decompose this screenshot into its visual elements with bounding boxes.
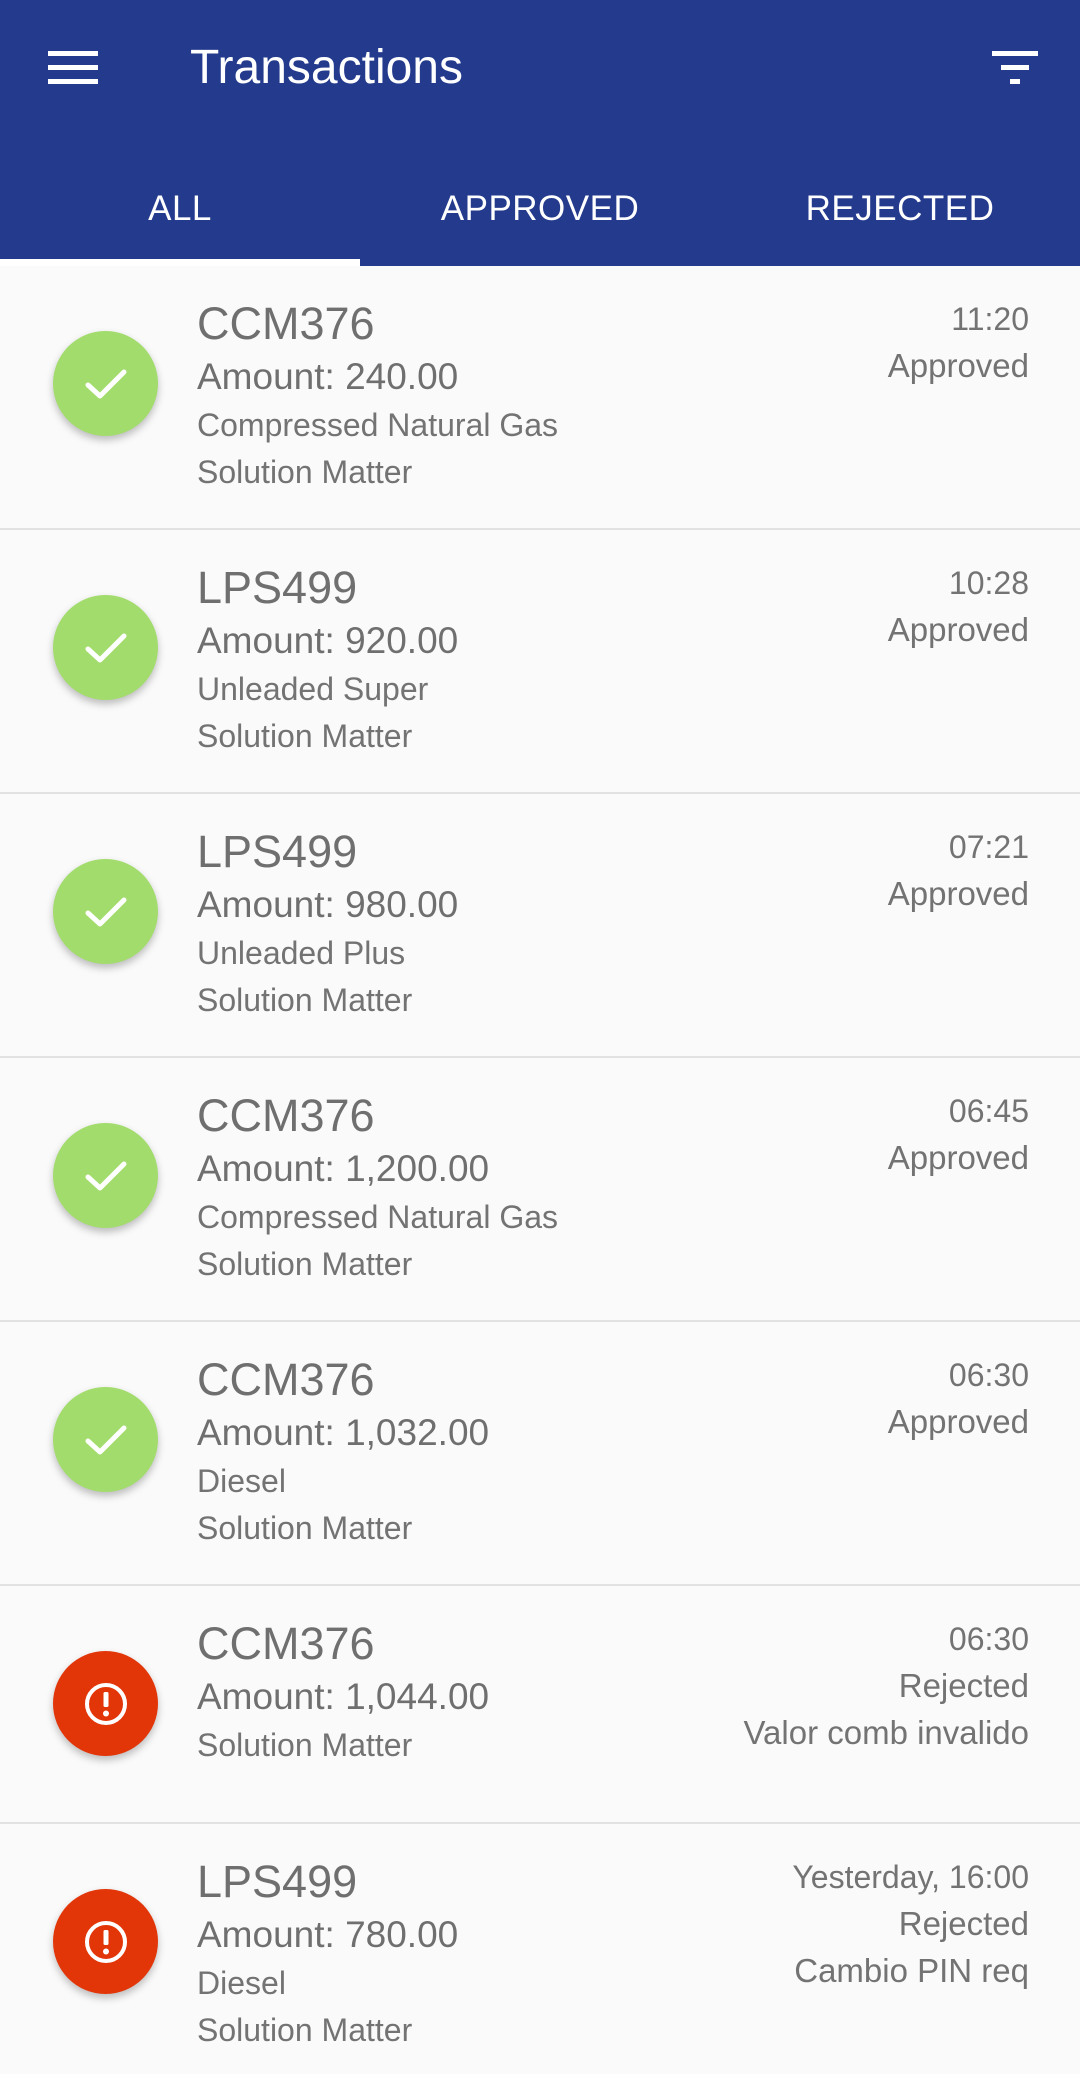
transaction-time: 06:45 (948, 1093, 1029, 1129)
transaction-status: Approved (887, 1403, 1029, 1440)
active-tab-indicator (0, 259, 360, 266)
vehicle-plate: CCM376 (197, 1618, 375, 1669)
tab-label: APPROVED (440, 189, 640, 228)
transaction-row[interactable]: CCM376 Amount: 1,032.00 Diesel Solution … (0, 1322, 1080, 1586)
transaction-details: LPS499 Amount: 780.00 Diesel Solution Ma… (197, 1854, 458, 2054)
transaction-time: 06:30 (948, 1357, 1029, 1393)
transaction-status: Approved (887, 1139, 1029, 1176)
vehicle-plate: CCM376 (197, 1090, 375, 1141)
transaction-details: CCM376 Amount: 1,200.00 Compressed Natur… (197, 1088, 558, 1288)
transaction-status: Rejected (898, 1667, 1029, 1704)
transaction-status: Approved (887, 347, 1029, 384)
filter-icon[interactable] (990, 48, 1040, 88)
transaction-amount: Amount: 980.00 (197, 884, 459, 925)
vehicle-plate: CCM376 (197, 1354, 375, 1405)
transaction-time: 10:28 (948, 565, 1029, 601)
transaction-details: CCM376 Amount: 1,044.00 Solution Matter (197, 1616, 489, 1769)
transaction-status: Approved (887, 875, 1029, 912)
tab-approved[interactable]: APPROVED (360, 170, 720, 266)
station-name: Solution Matter (197, 454, 413, 490)
fuel-type: Diesel (197, 1965, 286, 2001)
transaction-amount: Amount: 1,032.00 (197, 1412, 490, 1453)
transaction-details: LPS499 Amount: 980.00 Unleaded Plus Solu… (197, 824, 458, 1024)
rejected-alert-icon (53, 1889, 158, 1994)
transaction-status-block: 11:20 Approved (888, 296, 1029, 389)
station-name: Solution Matter (197, 2012, 413, 2048)
transaction-amount: Amount: 780.00 (197, 1914, 459, 1955)
transaction-status: Approved (887, 611, 1029, 648)
tab-all[interactable]: ALL (0, 170, 360, 266)
transaction-amount: Amount: 1,044.00 (197, 1676, 490, 1717)
vehicle-plate: CCM376 (197, 298, 375, 349)
transaction-time: Yesterday, 16:00 (792, 1859, 1029, 1895)
transaction-list: CCM376 Amount: 240.00 Compressed Natural… (0, 266, 1080, 2074)
transaction-details: CCM376 Amount: 1,032.00 Diesel Solution … (197, 1352, 489, 1552)
transaction-time: 07:21 (948, 829, 1029, 865)
transaction-row[interactable]: CCM376 Amount: 240.00 Compressed Natural… (0, 266, 1080, 530)
transaction-row[interactable]: LPS499 Amount: 980.00 Unleaded Plus Solu… (0, 794, 1080, 1058)
transaction-status: Rejected (898, 1905, 1029, 1942)
approved-check-icon (53, 1387, 158, 1492)
transaction-row[interactable]: LPS499 Amount: 780.00 Diesel Solution Ma… (0, 1824, 1080, 2074)
station-name: Solution Matter (197, 982, 413, 1018)
approved-check-icon (53, 859, 158, 964)
transaction-status-block: 07:21 Approved (888, 824, 1029, 917)
fuel-type: Unleaded Plus (197, 935, 406, 971)
tab-rejected[interactable]: REJECTED (720, 170, 1080, 266)
rejection-reason: Cambio PIN req (794, 1952, 1029, 1989)
fuel-type: Compressed Natural Gas (197, 407, 559, 443)
station-name: Solution Matter (197, 1246, 413, 1282)
transaction-details: CCM376 Amount: 240.00 Compressed Natural… (197, 296, 558, 496)
transaction-amount: Amount: 240.00 (197, 356, 459, 397)
transaction-status-block: 06:30 Rejected Valor comb invalido (743, 1616, 1029, 1756)
vehicle-plate: LPS499 (197, 826, 358, 877)
fuel-type: Diesel (197, 1463, 286, 1499)
transaction-details: LPS499 Amount: 920.00 Unleaded Super Sol… (197, 560, 458, 760)
transaction-row[interactable]: LPS499 Amount: 920.00 Unleaded Super Sol… (0, 530, 1080, 794)
transaction-status-block: Yesterday, 16:00 Rejected Cambio PIN req (792, 1854, 1029, 1994)
fuel-type: Unleaded Super (197, 671, 429, 707)
vehicle-plate: LPS499 (197, 1856, 358, 1907)
transaction-row[interactable]: CCM376 Amount: 1,044.00 Solution Matter … (0, 1586, 1080, 1824)
transaction-status-block: 06:30 Approved (888, 1352, 1029, 1445)
transaction-time: 06:30 (948, 1621, 1029, 1657)
vehicle-plate: LPS499 (197, 562, 358, 613)
rejected-alert-icon (53, 1651, 158, 1756)
app-bar: Transactions ALL APPROVED REJECTED (0, 0, 1080, 266)
transaction-row[interactable]: CCM376 Amount: 1,200.00 Compressed Natur… (0, 1058, 1080, 1322)
station-name: Solution Matter (197, 1727, 413, 1763)
rejection-reason: Valor comb invalido (743, 1714, 1029, 1751)
page-title: Transactions (190, 41, 463, 94)
transaction-amount: Amount: 1,200.00 (197, 1148, 490, 1189)
tab-label: ALL (148, 189, 212, 228)
approved-check-icon (53, 1123, 158, 1228)
station-name: Solution Matter (197, 1510, 413, 1546)
transaction-time: 11:20 (951, 301, 1029, 337)
tab-label: REJECTED (805, 189, 995, 228)
transaction-amount: Amount: 920.00 (197, 620, 459, 661)
transaction-status-block: 10:28 Approved (888, 560, 1029, 653)
station-name: Solution Matter (197, 718, 413, 754)
tab-bar: ALL APPROVED REJECTED (0, 170, 1080, 266)
approved-check-icon (53, 595, 158, 700)
transaction-status-block: 06:45 Approved (888, 1088, 1029, 1181)
hamburger-menu-icon[interactable] (48, 48, 98, 88)
approved-check-icon (53, 331, 158, 436)
fuel-type: Compressed Natural Gas (197, 1199, 559, 1235)
